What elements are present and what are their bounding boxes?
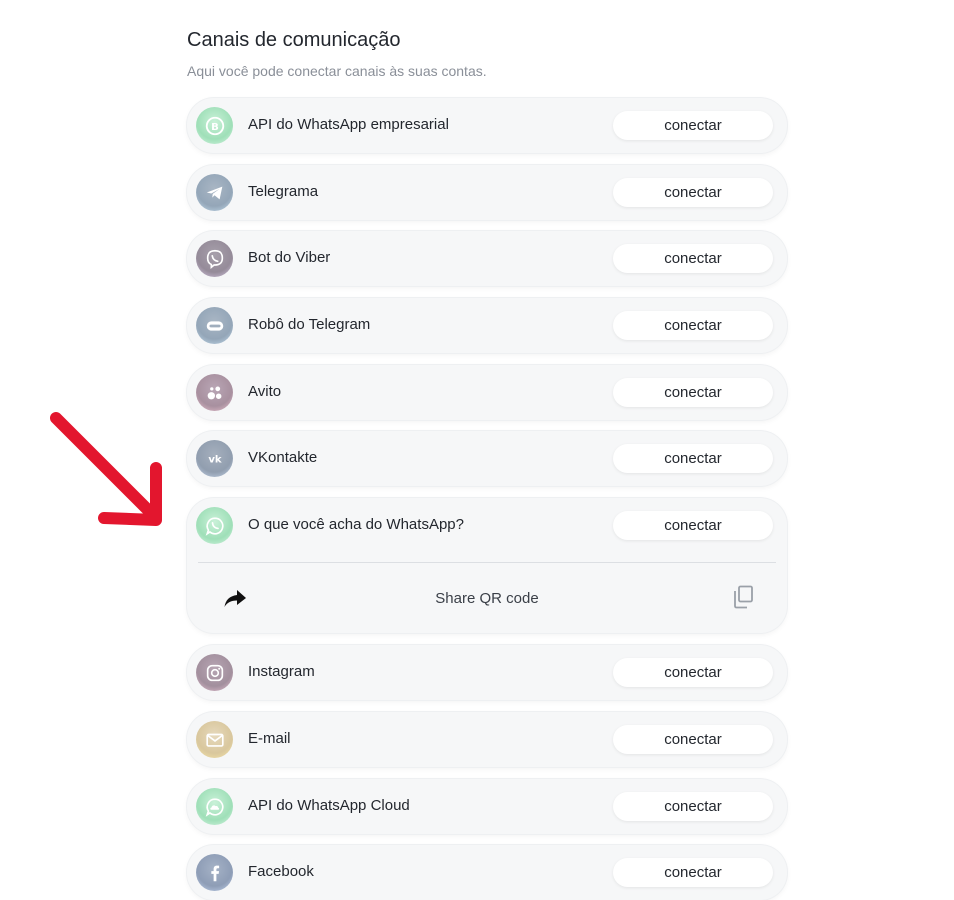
share-qr-code-label[interactable]: Share QR code [187, 590, 787, 607]
avito-icon [196, 374, 233, 411]
connect-button[interactable]: conectar [613, 378, 773, 407]
channel-row-instagram: Instagram conectar [187, 645, 787, 700]
channel-row-whatsapp: O que você acha do WhatsApp? conectar Sh… [187, 498, 787, 633]
channel-row-telegram-bot: Robô do Telegram conectar [187, 298, 787, 353]
connect-button[interactable]: conectar [613, 511, 773, 540]
channel-name: API do WhatsApp empresarial [248, 116, 449, 133]
vk-icon: vk [196, 440, 233, 477]
telegram-icon [196, 174, 233, 211]
whatsapp-cloud-icon [196, 788, 233, 825]
connect-button[interactable]: conectar [613, 858, 773, 887]
facebook-icon [196, 854, 233, 891]
channel-name: Robô do Telegram [248, 316, 371, 333]
channel-row-whatsapp-business: B API do WhatsApp empresarial conectar [187, 98, 787, 153]
page-subtitle: Aqui você pode conectar canais às suas c… [187, 63, 487, 79]
connect-button[interactable]: conectar [613, 725, 773, 754]
svg-text:B: B [211, 122, 219, 133]
channel-name: Facebook [248, 863, 314, 880]
channel-name: O que você acha do WhatsApp? [248, 516, 464, 533]
connect-button[interactable]: conectar [613, 244, 773, 273]
whatsapp-business-icon: B [196, 107, 233, 144]
divider [198, 562, 776, 563]
annotation-arrow [50, 412, 162, 526]
channel-row-vkontakte: vk VKontakte conectar [187, 431, 787, 486]
connect-button[interactable]: conectar [613, 444, 773, 473]
channel-name: Bot do Viber [248, 249, 331, 266]
connect-button[interactable]: conectar [613, 111, 773, 140]
channel-name: Avito [248, 383, 282, 400]
channel-name: VKontakte [248, 449, 318, 466]
email-icon [196, 721, 233, 758]
channel-row-email: E-mail conectar [187, 712, 787, 767]
connect-button[interactable]: conectar [613, 792, 773, 821]
instagram-icon [196, 654, 233, 691]
channel-row-telegram: Telegrama conectar [187, 165, 787, 220]
channel-name: API do WhatsApp Cloud [248, 797, 410, 814]
channel-row-facebook: Facebook conectar [187, 845, 787, 900]
channel-row-whatsapp-cloud: API do WhatsApp Cloud conectar [187, 779, 787, 834]
channel-row-avito: Avito conectar [187, 365, 787, 420]
channel-name: Instagram [248, 663, 315, 680]
channel-name: E-mail [248, 730, 291, 747]
copy-icon[interactable] [732, 585, 754, 609]
viber-icon [196, 240, 233, 277]
page-title: Canais de comunicação [187, 29, 401, 51]
connect-button[interactable]: conectar [613, 178, 773, 207]
whatsapp-icon [196, 507, 233, 544]
connect-button[interactable]: conectar [613, 658, 773, 687]
connect-button[interactable]: conectar [613, 311, 773, 340]
telegram-bot-icon [196, 307, 233, 344]
channel-row-viber: Bot do Viber conectar [187, 231, 787, 286]
svg-text:vk: vk [208, 454, 222, 465]
channel-name: Telegrama [248, 183, 319, 200]
